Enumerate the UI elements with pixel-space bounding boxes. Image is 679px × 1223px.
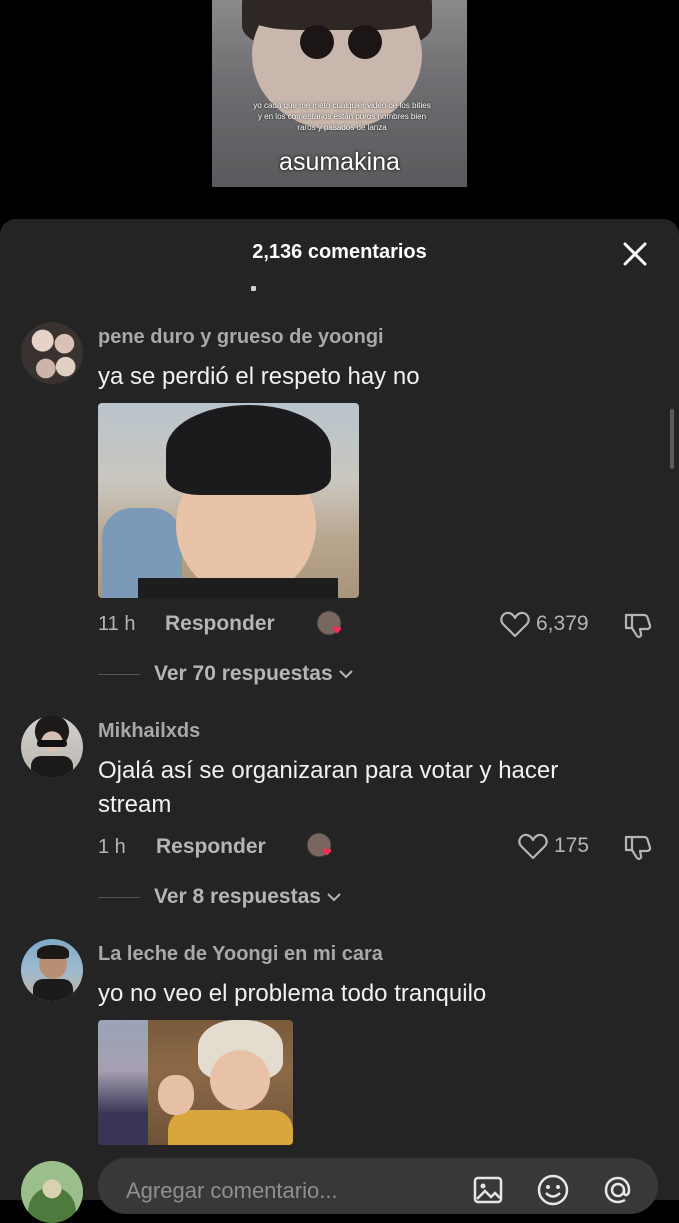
creator-liked-icon (316, 610, 342, 636)
like-button[interactable]: 175 (518, 832, 589, 860)
avatar[interactable] (21, 939, 83, 1001)
close-icon[interactable] (620, 239, 650, 269)
comment-input-bar: Agregar comentario... (0, 1150, 679, 1223)
view-replies-button[interactable]: Ver 8 respuestas (98, 885, 343, 909)
scrollbar[interactable] (670, 409, 674, 469)
like-count: 6,379 (536, 612, 589, 635)
loading-dot (251, 286, 256, 291)
view-replies-label: Ver 70 respuestas (154, 662, 333, 685)
comment-image[interactable] (98, 403, 359, 598)
dislike-icon[interactable] (622, 831, 654, 863)
video-subject-eye-right (348, 25, 382, 59)
replies-divider (98, 896, 140, 898)
photo-left-person (98, 1020, 148, 1145)
comment-text: Ojalá así se organizaran para votar y ha… (98, 757, 559, 818)
comment-time: 1 h (98, 836, 126, 858)
replies-divider (98, 673, 140, 675)
avatar-body (31, 756, 73, 778)
video-thumbnail[interactable]: yo cada que me meto cualquier video de l… (212, 0, 467, 187)
avatar[interactable] (21, 716, 83, 778)
comments-count-title: 2,136 comentarios (252, 241, 427, 263)
dislike-icon[interactable] (622, 609, 654, 641)
photo-right-sweater (168, 1110, 293, 1145)
photo-beanie (166, 405, 331, 495)
view-replies-button[interactable]: Ver 70 respuestas (98, 662, 355, 686)
chevron-down-icon (338, 670, 353, 679)
photo-shirt (138, 578, 338, 598)
video-subject-hair-front (242, 0, 432, 30)
my-avatar[interactable] (21, 1161, 83, 1223)
comment-text: ya se perdió el respeto hay no (98, 363, 420, 390)
video-caption: yo cada que me meto cualquier video de l… (253, 101, 431, 132)
reply-button[interactable]: Responder (165, 612, 275, 636)
comment-username[interactable]: Mikhailxds (98, 720, 200, 743)
comment-text: yo no veo el problema todo tranquilo (98, 980, 487, 1007)
like-button[interactable]: 6,379 (500, 610, 589, 638)
photo-hand (158, 1075, 194, 1115)
avatar-sunglasses (37, 740, 67, 747)
like-count: 175 (554, 834, 590, 857)
video-overlay-text: asumakina (279, 148, 400, 176)
reply-button[interactable]: Responder (156, 835, 266, 859)
image-icon[interactable] (470, 1172, 506, 1208)
creator-liked-icon (306, 832, 332, 858)
avatar[interactable] (21, 322, 83, 384)
photo-right-face (210, 1050, 270, 1110)
chevron-down-icon (327, 893, 341, 902)
view-replies-label: Ver 8 respuestas (154, 885, 321, 908)
video-subject-eye-left (300, 25, 334, 59)
comment-input-placeholder: Agregar comentario... (126, 1178, 338, 1203)
comment-username[interactable]: La leche de Yoongi en mi cara (98, 943, 383, 966)
comment-image[interactable] (98, 1020, 293, 1145)
heart-outline-icon (518, 833, 548, 860)
comment-time: 11 h (98, 613, 136, 635)
comment-username[interactable]: pene duro y grueso de yoongi (98, 326, 384, 349)
avatar-hair (37, 945, 69, 959)
emoji-icon[interactable] (535, 1172, 571, 1208)
avatar-body (33, 979, 73, 1001)
comment-input[interactable]: Agregar comentario... (98, 1158, 658, 1214)
mention-icon[interactable] (600, 1172, 636, 1208)
heart-outline-icon (500, 611, 530, 638)
